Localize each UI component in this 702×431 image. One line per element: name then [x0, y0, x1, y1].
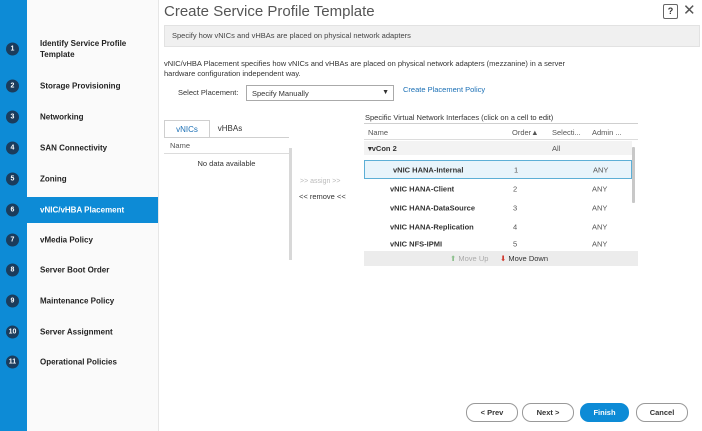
remove-button[interactable]: << remove << — [299, 192, 346, 201]
group-row-vcon2[interactable]: ▾vCon 2 All — [364, 141, 632, 155]
available-vnics-list: Name No data available — [164, 137, 289, 262]
divider — [364, 139, 638, 140]
column-header-order[interactable]: Order▲ — [512, 128, 539, 137]
row-order: 4 — [513, 222, 518, 231]
column-header-name[interactable]: Name — [368, 128, 388, 137]
chevron-down-icon: ▼ — [382, 89, 389, 96]
arrow-down-icon: ⬇ — [500, 254, 507, 263]
row-name: vNIC HANA-Replication — [390, 222, 474, 231]
row-order: 5 — [513, 239, 518, 249]
move-up-label: Move Up — [458, 254, 489, 263]
row-name: vNIC NFS-IPMI — [390, 239, 443, 249]
table-row[interactable]: vNIC HANA-Internal 1 ANY — [364, 160, 632, 179]
step-networking[interactable]: 3 Networking — [0, 104, 158, 130]
step-maintenance[interactable]: 9 Maintenance Policy — [0, 288, 158, 314]
wizard-sidebar: 1 Identify Service Profile Template 2 Stor… — [0, 0, 159, 431]
step-number: 1 — [6, 42, 19, 56]
finish-button[interactable]: Finish — [580, 403, 629, 422]
create-placement-policy-link[interactable]: Create Placement Policy — [403, 85, 485, 94]
move-up-button[interactable]: ⬆ Move Up — [450, 254, 488, 263]
empty-message: No data available — [197, 159, 256, 168]
step-label: vMedia Policy — [40, 235, 93, 245]
step-label: Identify Service Profile Template — [40, 39, 127, 59]
step-label: Server Assignment — [40, 327, 113, 337]
dialog-title: Create Service Profile Template — [164, 3, 375, 20]
step-label: SAN Connectivity — [40, 143, 108, 153]
group-label: ▾vCon 2 — [368, 144, 397, 153]
assign-button[interactable]: >> assign >> — [300, 178, 340, 185]
table-row[interactable]: vNIC HANA-Replication 4 ANY — [364, 217, 632, 236]
row-order: 1 — [514, 165, 519, 174]
row-admin: ANY — [593, 165, 609, 174]
step-operational[interactable]: 11 Operational Policies — [0, 349, 158, 375]
step-vmedia[interactable]: 7 vMedia Policy — [0, 227, 158, 253]
step-label: Operational Policies — [40, 357, 117, 367]
step-placement[interactable]: 6 vNIC/vHBA Placement — [0, 197, 158, 223]
column-header-selection[interactable]: Selecti... — [552, 128, 581, 137]
row-admin: ANY — [592, 203, 608, 212]
step-number: 9 — [6, 294, 19, 308]
row-admin: ANY — [592, 239, 608, 249]
table-row[interactable]: vNIC HANA-DataSource 3 ANY — [364, 198, 632, 217]
group-selection: All — [552, 144, 561, 153]
row-order: 2 — [513, 184, 518, 193]
step-label: Maintenance Policy — [40, 296, 115, 306]
row-name: vNIC HANA-Client — [390, 184, 455, 193]
step-number: 11 — [6, 355, 19, 369]
placement-select[interactable]: Specify Manually ▼ — [246, 85, 394, 101]
subtitle-bar: Specify how vNICs and vHBAs are placed o… — [164, 25, 700, 47]
step-number: 6 — [6, 203, 19, 217]
step-number: 3 — [6, 110, 19, 124]
column-header-name[interactable]: Name — [170, 141, 190, 150]
step-number: 4 — [6, 141, 19, 155]
subtitle-text: Specify how vNICs and vHBAs are placed o… — [172, 31, 411, 40]
scrollbar[interactable] — [632, 147, 635, 203]
step-label: Zoning — [40, 174, 67, 184]
row-admin: ANY — [592, 222, 608, 231]
row-order: 3 — [513, 203, 518, 212]
step-label: Storage Provisioning — [40, 81, 121, 91]
placement-label: Select Placement: — [178, 88, 239, 97]
step-number: 5 — [6, 172, 19, 186]
column-header-admin[interactable]: Admin ... — [592, 128, 622, 137]
prev-button[interactable]: < Prev — [466, 403, 518, 422]
specific-interfaces-title: Specific Virtual Network Interfaces (cli… — [365, 113, 554, 122]
row-name: vNIC HANA-Internal — [393, 165, 464, 174]
move-down-label: Move Down — [508, 254, 548, 263]
step-san[interactable]: 4 SAN Connectivity — [0, 135, 158, 161]
move-toolbar: ⬆ Move Up ⬇ Move Down — [364, 251, 638, 266]
close-icon[interactable]: ✕ — [683, 1, 696, 19]
divider — [164, 153, 289, 154]
step-assignment[interactable]: 10 Server Assignment — [0, 319, 158, 345]
tab-vhbas[interactable]: vHBAs — [208, 120, 252, 137]
step-label: vNIC/vHBA Placement — [40, 205, 125, 215]
row-name: vNIC HANA-DataSource — [390, 203, 476, 212]
step-label: Server Boot Order — [40, 265, 110, 275]
placement-value: Specify Manually — [252, 89, 309, 98]
step-number: 10 — [6, 325, 19, 339]
tab-vnics[interactable]: vNICs — [164, 120, 210, 138]
step-number: 7 — [6, 233, 19, 247]
help-icon[interactable]: ? — [663, 4, 678, 19]
row-admin: ANY — [592, 184, 608, 193]
step-boot-order[interactable]: 8 Server Boot Order — [0, 257, 158, 283]
next-button[interactable]: Next > — [522, 403, 574, 422]
cancel-button[interactable]: Cancel — [636, 403, 688, 422]
step-zoning[interactable]: 5 Zoning — [0, 166, 158, 192]
step-number: 2 — [6, 79, 19, 93]
table-row[interactable]: vNIC NFS-IPMI 5 ANY — [364, 236, 632, 252]
placement-description: vNIC/vHBA Placement specifies how vNICs … — [164, 59, 566, 78]
interfaces-grid: Name Order▲ Selecti... Admin ... ▾vCon 2… — [364, 123, 638, 268]
step-label: Networking — [40, 112, 84, 122]
step-storage[interactable]: 2 Storage Provisioning — [0, 73, 158, 99]
table-row[interactable]: vNIC HANA-Client 2 ANY — [364, 179, 632, 198]
step-identify[interactable]: 1 Identify Service Profile Template — [0, 32, 158, 66]
move-down-button[interactable]: ⬇ Move Down — [500, 254, 548, 263]
step-number: 8 — [6, 263, 19, 277]
scrollbar[interactable] — [289, 148, 292, 260]
arrow-up-icon: ⬆ — [450, 254, 457, 263]
